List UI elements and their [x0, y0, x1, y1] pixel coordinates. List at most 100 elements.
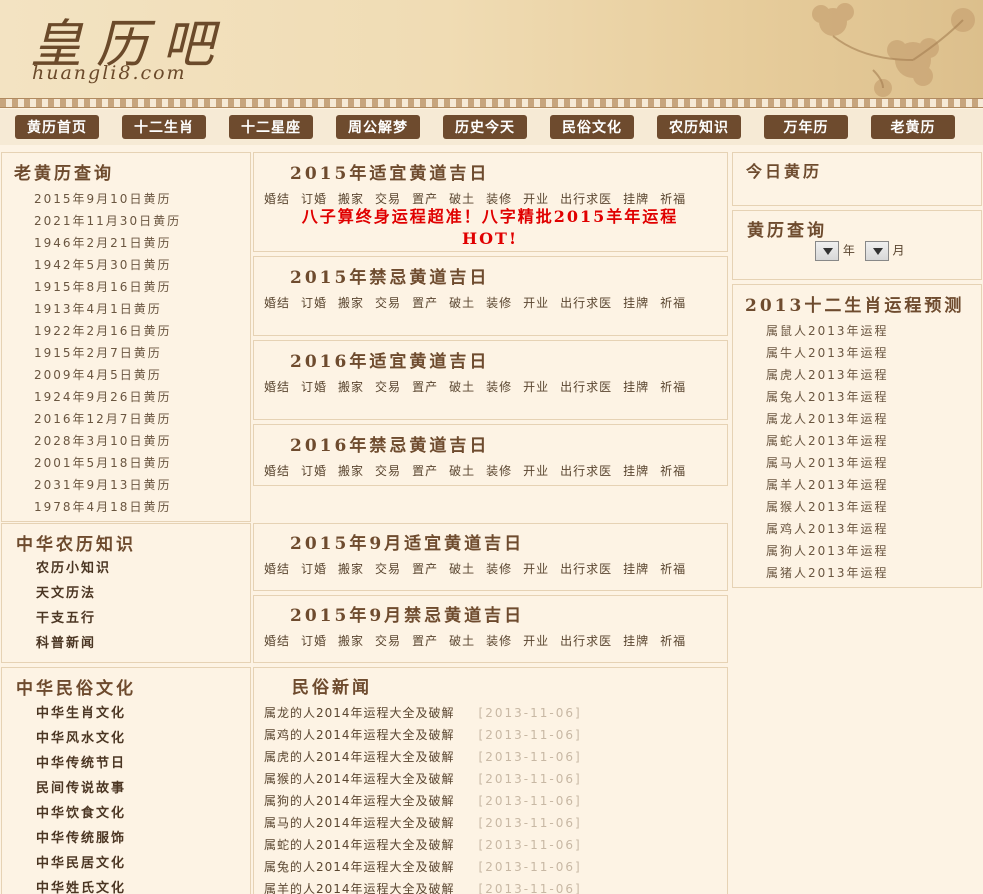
- list-item[interactable]: 属龙人2013年运程: [766, 408, 889, 430]
- list-item[interactable]: 属蛇人2013年运程: [766, 430, 889, 452]
- section-2015-09-suitable: 2015年9月适宜黄道吉日 婚结 订婚 搬家 交易 置产 破土 装修 开业 出行求医 挂牌 祈福: [253, 523, 728, 591]
- list-item[interactable]: 科普新闻: [36, 631, 111, 656]
- section-title[interactable]: 2015年9月适宜黄道吉日: [290, 529, 524, 554]
- nav-item-dream[interactable]: 周公解梦: [329, 112, 427, 142]
- list-item[interactable]: 属牛人2013年运程: [766, 342, 889, 364]
- list-item[interactable]: 农历小知识: [36, 556, 111, 581]
- section-title[interactable]: 2015年9月禁忌黄道吉日: [290, 601, 524, 626]
- list-item[interactable]: 中华姓氏文化: [36, 876, 126, 894]
- panel-title: 2013十二生肖运程预测: [745, 296, 965, 316]
- nav-item-zodiac[interactable]: 十二生肖: [115, 112, 213, 142]
- panel-title: 今日黄历: [746, 162, 823, 181]
- site-header: 皇历吧 huangli8.com: [0, 0, 983, 98]
- news-item[interactable]: 属蛇的人2014年运程大全及破解 [2013-11-06]: [264, 834, 582, 856]
- activity-words: 婚结 订婚 搬家 交易 置产 破土 装修 开业 出行求医 挂牌 祈福: [264, 562, 687, 576]
- list-item[interactable]: 属猪人2013年运程: [766, 562, 889, 584]
- activity-words: 婚结 订婚 搬家 交易 置产 破土 装修 开业 出行求医 挂牌 祈福: [264, 634, 687, 648]
- panel-title: 黄历查询: [747, 221, 827, 241]
- list-item[interactable]: 1942年5月30日黄历: [34, 254, 181, 276]
- lunar-knowledge-panel: 中华农历知识 农历小知识 天文历法 干支五行 科普新闻: [1, 523, 251, 663]
- nav-item-folk[interactable]: 民俗文化: [543, 112, 641, 142]
- list-item[interactable]: 中华风水文化: [36, 726, 126, 751]
- list-item[interactable]: 2028年3月10日黄历: [34, 430, 181, 452]
- flower-decoration-icon: [812, 3, 975, 97]
- folk-news-panel: 民俗新闻 属龙的人2014年运程大全及破解 [2013-11-06] 属鸡的人20…: [253, 667, 728, 894]
- list-item[interactable]: 民间传说故事: [36, 776, 126, 801]
- news-item[interactable]: 属马的人2014年运程大全及破解 [2013-11-06]: [264, 812, 582, 834]
- list-item[interactable]: 1978年4月18日黄历: [34, 496, 181, 518]
- list-item[interactable]: 2001年5月18日黄历: [34, 452, 181, 474]
- news-item[interactable]: 属龙的人2014年运程大全及破解 [2013-11-06]: [264, 702, 582, 724]
- list-item[interactable]: 属猴人2013年运程: [766, 496, 889, 518]
- list-item[interactable]: 1915年8月16日黄历: [34, 276, 181, 298]
- header-border: [0, 98, 983, 108]
- zodiac-forecast-panel: 2013十二生肖运程预测 属鼠人2013年运程 属牛人2013年运程 属虎人20…: [732, 284, 982, 588]
- activity-words: 婚结 订婚 搬家 交易 置产 破土 装修 开业 出行求医 挂牌 祈福: [264, 380, 687, 394]
- lunar-link-list: 农历小知识 天文历法 干支五行 科普新闻: [36, 556, 111, 656]
- section-title[interactable]: 2015年适宜黄道吉日: [290, 159, 489, 184]
- news-list: 属龙的人2014年运程大全及破解 [2013-11-06] 属鸡的人2014年运程…: [264, 702, 582, 894]
- section-title[interactable]: 2015年禁忌黄道吉日: [290, 263, 489, 288]
- list-item[interactable]: 属兔人2013年运程: [766, 386, 889, 408]
- section-2016-avoid: 2016年禁忌黄道吉日 婚结 订婚 搬家 交易 置产 破土 装修 开业 出行求医 挂牌 祈福: [253, 424, 728, 486]
- list-item[interactable]: 2009年4月5日黄历: [34, 364, 181, 386]
- list-item[interactable]: 1924年9月26日黄历: [34, 386, 181, 408]
- section-2015-suitable: 2015年适宜黄道吉日 婚结 订婚 搬家 交易 置产 破土 装修 开业 出行求医 挂牌 祈福 八子算…: [253, 152, 728, 252]
- news-item[interactable]: 属兔的人2014年运程大全及破解 [2013-11-06]: [264, 856, 582, 878]
- list-item[interactable]: 1915年2月7日黄历: [34, 342, 181, 364]
- main-nav: 黄历首页 十二生肖 十二星座 周公解梦 历史今天 民俗文化 农历知识 万年历 老…: [0, 109, 983, 145]
- nav-item-lunar[interactable]: 农历知识: [650, 112, 748, 142]
- section-title[interactable]: 2016年适宜黄道吉日: [290, 347, 489, 372]
- news-item[interactable]: 属猴的人2014年运程大全及破解 [2013-11-06]: [264, 768, 582, 790]
- news-item[interactable]: 属鸡的人2014年运程大全及破解 [2013-11-06]: [264, 724, 582, 746]
- activity-words: 婚结 订婚 搬家 交易 置产 破土 装修 开业 出行求医 挂牌 祈福: [264, 296, 687, 310]
- list-item[interactable]: 2015年9月10日黄历: [34, 188, 181, 210]
- almanac-lookup-panel: 黄历查询 年 月: [732, 210, 982, 280]
- list-item[interactable]: 属鸡人2013年运程: [766, 518, 889, 540]
- list-item[interactable]: 2031年9月13日黄历: [34, 474, 181, 496]
- section-2016-suitable: 2016年适宜黄道吉日 婚结 订婚 搬家 交易 置产 破土 装修 开业 出行求医 挂牌 祈福: [253, 340, 728, 420]
- list-item[interactable]: 2021年11月30日黄历: [34, 210, 181, 232]
- nav-item-history[interactable]: 历史今天: [436, 112, 534, 142]
- list-item[interactable]: 中华饮食文化: [36, 801, 126, 826]
- list-item[interactable]: 1922年2月16日黄历: [34, 320, 181, 342]
- folk-culture-panel: 中华民俗文化 中华生肖文化 中华风水文化 中华传统节日 民间传说故事 中华饮食文…: [1, 667, 251, 894]
- news-item[interactable]: 属虎的人2014年运程大全及破解 [2013-11-06]: [264, 746, 582, 768]
- list-item[interactable]: 中华生肖文化: [36, 701, 126, 726]
- month-select[interactable]: [864, 241, 889, 261]
- almanac-date-list: 2015年9月10日黄历 2021年11月30日黄历 1946年2月21日黄历 …: [34, 188, 181, 518]
- nav-item-constellation[interactable]: 十二星座: [222, 112, 320, 142]
- list-item[interactable]: 中华民居文化: [36, 851, 126, 876]
- news-item[interactable]: 属狗的人2014年运程大全及破解 [2013-11-06]: [264, 790, 582, 812]
- section-title[interactable]: 2016年禁忌黄道吉日: [290, 431, 489, 456]
- list-item[interactable]: 1913年4月1日黄历: [34, 298, 181, 320]
- news-item[interactable]: 属羊的人2014年运程大全及破解 [2013-11-06]: [264, 878, 582, 894]
- list-item[interactable]: 天文历法: [36, 581, 111, 606]
- panel-title: 中华农历知识: [16, 535, 136, 555]
- list-item[interactable]: 属虎人2013年运程: [766, 364, 889, 386]
- list-item[interactable]: 属鼠人2013年运程: [766, 320, 889, 342]
- promo-link[interactable]: 八子算终身运程超准！八字精批2015羊年运程 HOT!: [254, 206, 726, 250]
- activity-words: 婚结 订婚 搬家 交易 置产 破土 装修 开业 出行求医 挂牌 祈福: [264, 464, 687, 478]
- nav-item-almanac[interactable]: 老黄历: [864, 112, 962, 142]
- list-item[interactable]: 1946年2月21日黄历: [34, 232, 181, 254]
- panel-title: 中华民俗文化: [16, 679, 136, 699]
- list-item[interactable]: 2016年12月7日黄历: [34, 408, 181, 430]
- list-item[interactable]: 中华传统服饰: [36, 826, 126, 851]
- list-item[interactable]: 属马人2013年运程: [766, 452, 889, 474]
- list-item[interactable]: 属狗人2013年运程: [766, 540, 889, 562]
- section-2015-avoid: 2015年禁忌黄道吉日 婚结 订婚 搬家 交易 置产 破土 装修 开业 出行求医 挂牌 祈福: [253, 256, 728, 336]
- panel-title: 老黄历查询: [14, 164, 114, 184]
- nav-item-calendar[interactable]: 万年历: [757, 112, 855, 142]
- today-almanac-panel: 今日黄历: [732, 152, 982, 206]
- list-item[interactable]: 中华传统节日: [36, 751, 126, 776]
- zodiac-link-list: 属鼠人2013年运程 属牛人2013年运程 属虎人2013年运程 属兔人2013…: [766, 320, 889, 584]
- site-domain: huangli8.com: [32, 62, 187, 84]
- year-select[interactable]: [815, 241, 839, 261]
- nav-item-home[interactable]: 黄历首页: [8, 112, 106, 142]
- list-item[interactable]: 干支五行: [36, 606, 111, 631]
- list-item[interactable]: 属羊人2013年运程: [766, 474, 889, 496]
- folk-link-list: 中华生肖文化 中华风水文化 中华传统节日 民间传说故事 中华饮食文化 中华传统服…: [36, 701, 126, 894]
- date-selectors: 年 月: [815, 241, 905, 261]
- almanac-query-panel: 老黄历查询 2015年9月10日黄历 2021年11月30日黄历 1946年2月…: [1, 152, 251, 522]
